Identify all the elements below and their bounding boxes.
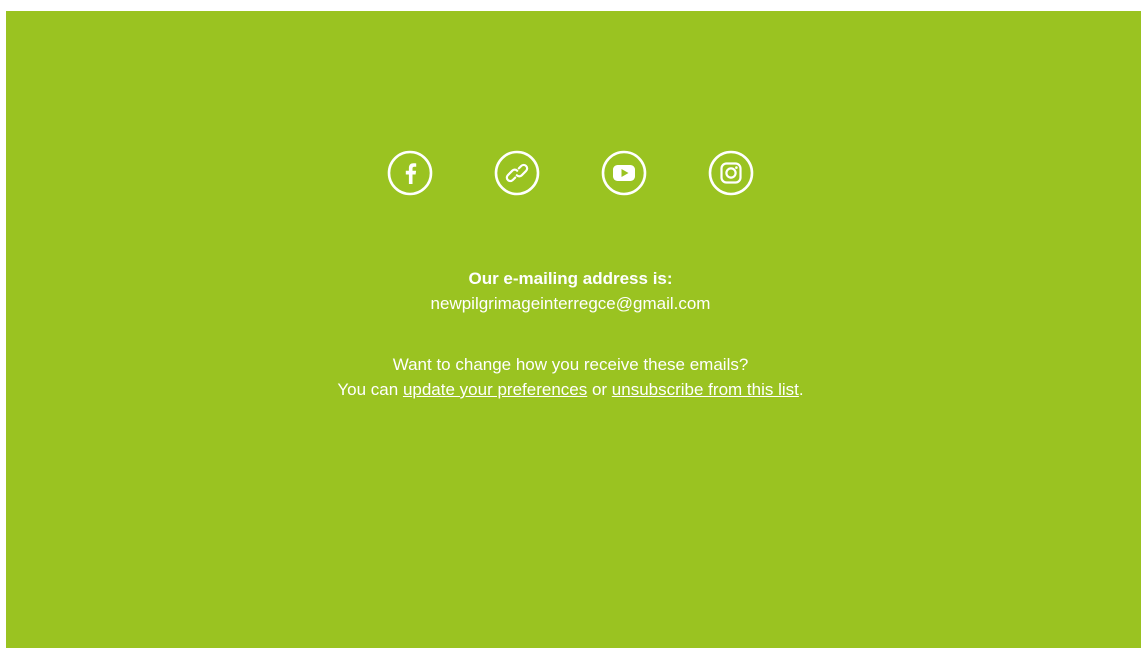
youtube-link[interactable] xyxy=(600,149,648,197)
instagram-link[interactable] xyxy=(707,149,755,197)
facebook-icon xyxy=(387,150,433,196)
change-emails-text: Want to change how you receive these ema… xyxy=(392,355,749,374)
instagram-icon xyxy=(708,150,754,196)
youtube-icon xyxy=(601,150,647,196)
email-footer: Our e-mailing address is: newpilgrimagei… xyxy=(6,11,1141,648)
contact-info: Our e-mailing address is: newpilgrimagei… xyxy=(6,266,1135,402)
unsubscribe-link[interactable]: unsubscribe from this list xyxy=(612,380,799,399)
mailing-address-heading: Our e-mailing address is: xyxy=(468,269,673,288)
or-text: or xyxy=(587,380,612,399)
preferences-line: You can update your preferences or unsub… xyxy=(6,377,1135,402)
website-link[interactable] xyxy=(493,149,541,197)
link-icon xyxy=(494,150,540,196)
social-icons-row xyxy=(6,149,1135,197)
email-address: newpilgrimageinterregce@gmail.com xyxy=(430,294,711,313)
prefix-text: You can xyxy=(337,380,403,399)
update-preferences-link[interactable]: update your preferences xyxy=(403,380,587,399)
facebook-link[interactable] xyxy=(386,149,434,197)
period-text: . xyxy=(798,380,804,399)
